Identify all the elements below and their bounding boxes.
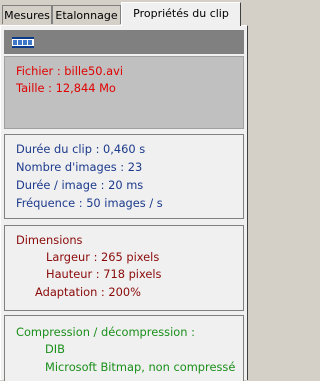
height-value: Hauteur : 718 pixels [46,267,162,281]
frame-count: Nombre d'images : 23 [16,160,143,174]
tab-proprietes-du-clip[interactable]: Propriétés du clip [121,2,241,26]
file-size: Taille : 12,844 Mo [16,81,116,95]
tab-etalonnage[interactable]: Etalonnage [52,5,121,24]
timing-box: Durée du clip : 0,460 s Nombre d'images … [4,134,244,219]
codec-id: DIB [45,342,65,356]
dimensions-box: Dimensions Largeur : 265 pixels Hauteur … [4,225,244,311]
compression-title: Compression / décompression : [16,325,195,339]
frame-rate: Fréquence : 50 images / s [16,196,163,210]
width-value: Largeur : 265 pixels [46,250,160,264]
tab-bar: Mesures Etalonnage Propriétés du clip [0,0,249,26]
frame-duration: Durée / image : 20 ms [16,178,144,192]
codec-name: Microsoft Bitmap, non compressé [45,360,236,374]
panel-header [4,30,244,54]
clip-duration: Durée du clip : 0,460 s [16,142,146,156]
compression-box: Compression / décompression : DIB Micros… [4,315,244,381]
file-name: Fichier : bille50.avi [16,64,124,78]
dimensions-title: Dimensions [16,233,83,247]
file-info-box: Fichier : bille50.avi Taille : 12,844 Mo [4,56,244,129]
film-icon [12,37,34,48]
clip-properties-panel: Fichier : bille50.avi Taille : 12,844 Mo… [0,25,248,381]
tab-mesures[interactable]: Mesures [2,5,52,24]
scale-value: Adaptation : 200% [35,285,141,299]
